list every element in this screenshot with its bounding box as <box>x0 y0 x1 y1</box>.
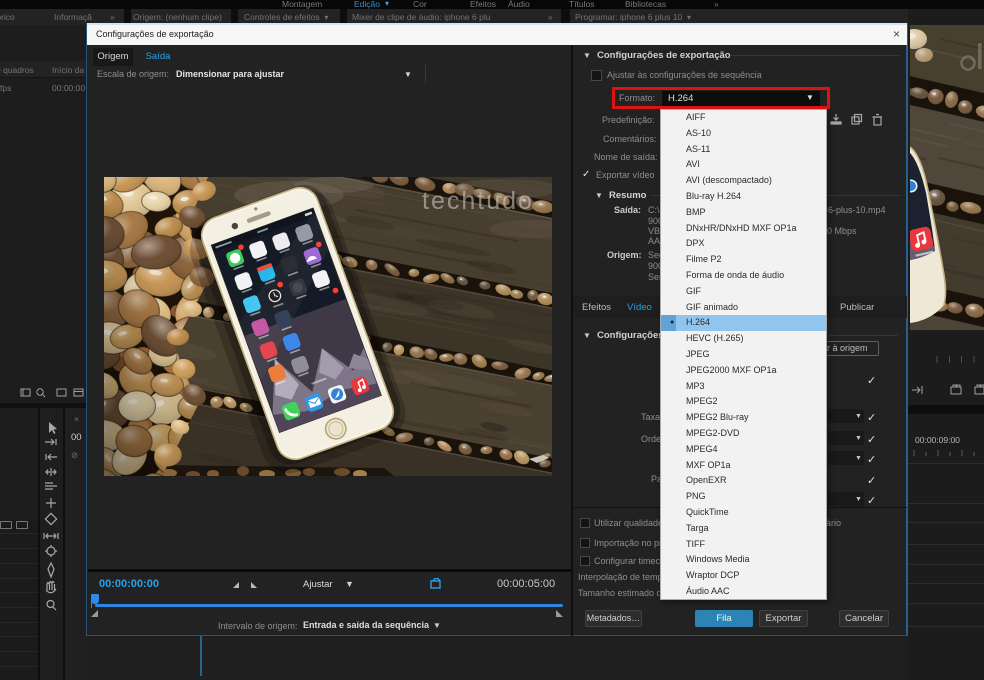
svg-text:techtudo: techtudo <box>422 187 534 215</box>
